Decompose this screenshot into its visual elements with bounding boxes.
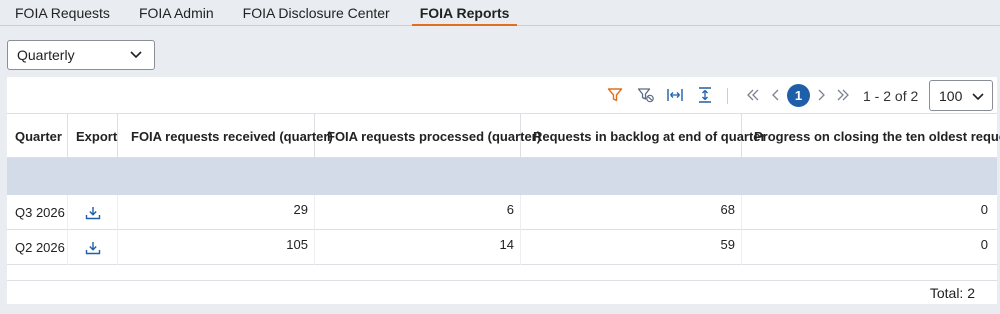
filter-icon[interactable] xyxy=(605,85,625,105)
processed-cell: 14 xyxy=(315,230,521,265)
processed-cell: 6 xyxy=(315,195,521,230)
period-select[interactable]: Quarterly xyxy=(7,40,155,70)
table-row[interactable]: Q2 2026 105 14 59 0 xyxy=(7,230,997,265)
footer-divider xyxy=(7,280,997,281)
tab-foia-admin[interactable]: FOIA Admin xyxy=(139,0,214,26)
table-row[interactable]: Q3 2026 29 6 68 0 xyxy=(7,195,997,230)
column-header-quarter[interactable]: Quarter xyxy=(7,114,68,158)
page-size-select[interactable]: 100 xyxy=(929,80,993,111)
received-cell: 105 xyxy=(118,230,315,265)
column-header-progress[interactable]: Progress on closing the ten oldest reque… xyxy=(742,114,1000,158)
total-count: Total: 2 xyxy=(929,285,975,301)
clear-filter-icon[interactable] xyxy=(636,85,656,105)
progress-cell: 0 xyxy=(980,237,988,252)
expand-rows-icon[interactable] xyxy=(695,85,715,105)
report-grid: 1 1 - 2 of 2 100 Quarter Export FOIA req… xyxy=(7,77,1000,304)
filter-row[interactable] xyxy=(7,158,997,195)
period-select-value: Quarterly xyxy=(17,47,75,63)
chevron-down-icon xyxy=(130,51,142,59)
grid-toolbar: 1 1 - 2 of 2 100 xyxy=(7,77,997,114)
pager-range-text: 1 - 2 of 2 xyxy=(863,88,919,104)
fit-columns-icon[interactable] xyxy=(665,85,685,105)
current-page-button[interactable]: 1 xyxy=(787,84,810,107)
received-cell: 29 xyxy=(118,195,315,230)
quarter-cell: Q2 2026 xyxy=(7,230,68,265)
tab-foia-requests[interactable]: FOIA Requests xyxy=(15,0,110,26)
page-size-value: 100 xyxy=(939,87,963,104)
tab-bar: FOIA Requests FOIA Admin FOIA Disclosure… xyxy=(0,0,1000,26)
tab-foia-disclosure-center[interactable]: FOIA Disclosure Center xyxy=(243,0,390,26)
download-icon[interactable] xyxy=(68,230,118,265)
tab-foia-reports[interactable]: FOIA Reports xyxy=(411,0,518,26)
quarter-cell: Q3 2026 xyxy=(7,195,68,230)
previous-page-icon[interactable] xyxy=(766,85,786,105)
column-header-processed[interactable]: FOIA requests processed (quarter) xyxy=(315,114,541,158)
column-header-backlog[interactable]: Requests in backlog at end of quarter xyxy=(521,114,766,158)
progress-cell: 0 xyxy=(980,202,988,217)
column-header-export[interactable]: Export xyxy=(68,114,118,158)
next-page-icon[interactable] xyxy=(811,85,831,105)
first-page-icon[interactable] xyxy=(743,85,763,105)
grid-header: Quarter Export FOIA requests received (q… xyxy=(7,114,1000,158)
download-icon[interactable] xyxy=(68,195,118,230)
backlog-cell: 59 xyxy=(521,230,742,265)
chevron-down-icon xyxy=(972,88,984,104)
column-header-received[interactable]: FOIA requests received (quarter) xyxy=(118,114,333,158)
backlog-cell: 68 xyxy=(521,195,742,230)
toolbar-divider xyxy=(727,88,728,104)
last-page-icon[interactable] xyxy=(833,85,853,105)
